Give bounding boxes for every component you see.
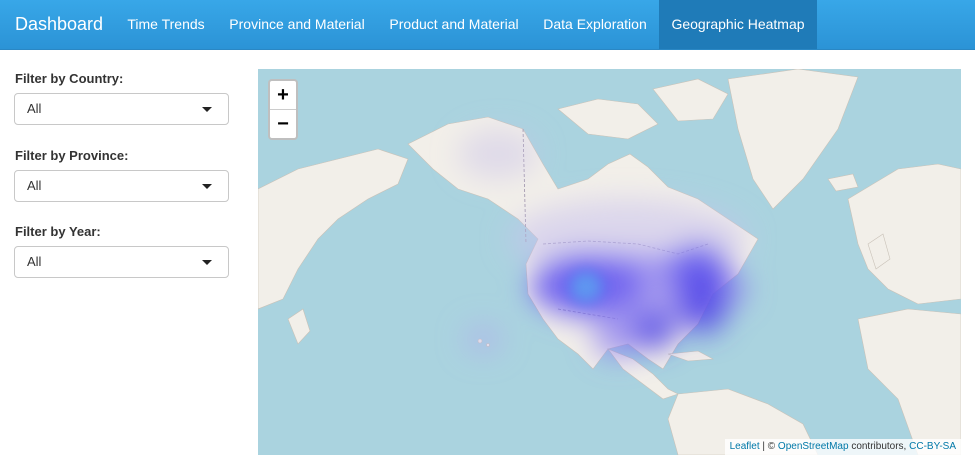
license-link[interactable]: CC-BY-SA xyxy=(909,441,956,452)
map-attribution: Leaflet | © OpenStreetMap contributors, … xyxy=(724,439,961,455)
zoom-out-button[interactable]: − xyxy=(270,110,296,138)
province-select-value: All xyxy=(27,178,42,193)
country-select[interactable]: All xyxy=(14,93,229,125)
chevron-down-icon xyxy=(202,107,212,112)
chevron-down-icon xyxy=(202,184,212,189)
country-filter-label: Filter by Country: xyxy=(15,71,124,86)
year-select[interactable]: All xyxy=(14,246,229,278)
province-filter-label: Filter by Province: xyxy=(15,148,129,163)
tab-time-trends[interactable]: Time Trends xyxy=(116,0,216,49)
heatmap-map[interactable]: + − Leaflet | © OpenStreetMap contributo… xyxy=(258,69,961,455)
leaflet-link[interactable]: Leaflet xyxy=(730,441,760,452)
brand-title[interactable]: Dashboard xyxy=(15,12,103,36)
chevron-down-icon xyxy=(202,260,212,265)
osm-link[interactable]: OpenStreetMap xyxy=(778,441,849,452)
tab-data-exploration[interactable]: Data Exploration xyxy=(532,0,658,49)
tab-product-and-material[interactable]: Product and Material xyxy=(378,0,530,49)
year-select-value: All xyxy=(27,254,42,269)
province-select[interactable]: All xyxy=(14,170,229,202)
zoom-in-button[interactable]: + xyxy=(270,81,296,110)
country-select-value: All xyxy=(27,101,42,116)
attribution-contributors: contributors, xyxy=(851,441,907,452)
filter-sidebar: Filter by Country: All Filter by Provinc… xyxy=(0,50,245,456)
tab-province-and-material[interactable]: Province and Material xyxy=(218,0,376,49)
map-tiles[interactable] xyxy=(258,69,961,455)
zoom-control: + − xyxy=(268,79,298,140)
year-filter-label: Filter by Year: xyxy=(15,224,101,239)
tab-geographic-heatmap[interactable]: Geographic Heatmap xyxy=(659,0,817,49)
top-navbar: Dashboard Time Trends Province and Mater… xyxy=(0,0,975,50)
attribution-separator: | © xyxy=(762,441,776,452)
